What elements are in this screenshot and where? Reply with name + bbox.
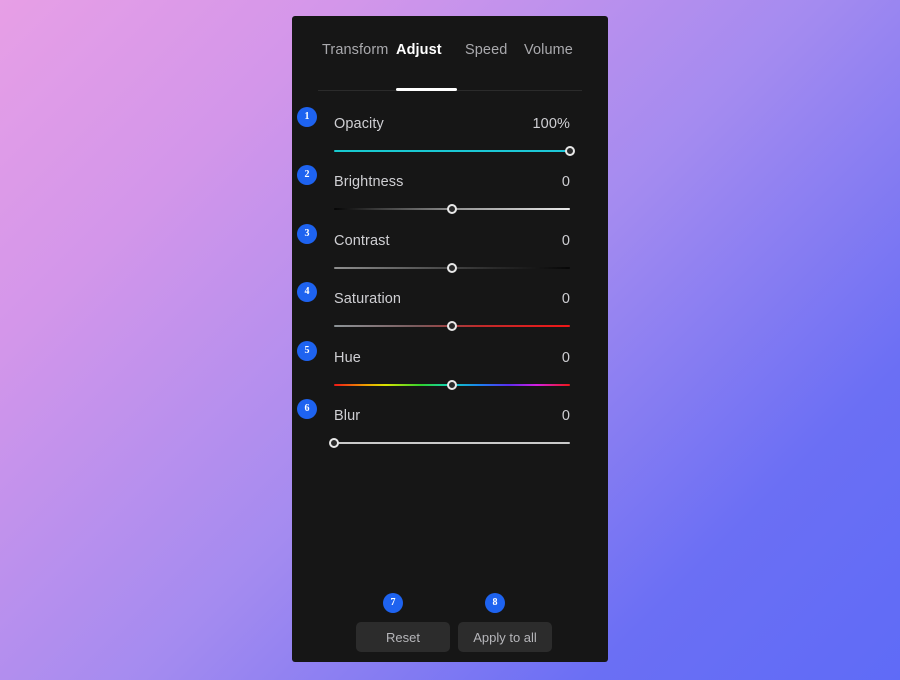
slider-brightness[interactable]: [334, 202, 570, 216]
adjustment-header: Hue 0: [334, 350, 570, 370]
tab-speed[interactable]: Speed: [465, 42, 507, 58]
adjustment-label-brightness: Brightness: [334, 174, 404, 190]
marker-badge-8: 8: [485, 593, 505, 613]
tab-volume[interactable]: Volume: [524, 42, 573, 58]
reset-button[interactable]: Reset: [356, 622, 450, 652]
adjustment-row-brightness: Brightness 0: [334, 174, 570, 220]
adjustment-header: Brightness 0: [334, 174, 570, 194]
slider-track-blur: [334, 442, 570, 444]
adjustment-row-opacity: Opacity 100%: [334, 116, 575, 162]
adjustment-row-hue: Hue 0: [334, 350, 570, 396]
slider-thumb-contrast[interactable]: [447, 263, 457, 273]
adjustment-value-contrast: 0: [561, 233, 570, 249]
slider-thumb-hue[interactable]: [447, 380, 457, 390]
adjustment-value-saturation: 0: [561, 291, 570, 307]
tab-bar: Transform Adjust Speed Volume: [292, 16, 608, 91]
marker-badge-6: 6: [297, 399, 317, 419]
slider-track-opacity: [334, 150, 570, 152]
adjustment-row-saturation: Saturation 0: [334, 291, 570, 337]
slider-contrast[interactable]: [334, 261, 570, 275]
adjustment-value-brightness: 0: [561, 174, 570, 190]
adjustment-label-hue: Hue: [334, 350, 361, 366]
slider-thumb-blur[interactable]: [329, 438, 339, 448]
adjustment-header: Opacity 100%: [334, 116, 570, 136]
slider-thumb-saturation[interactable]: [447, 321, 457, 331]
tab-adjust[interactable]: Adjust: [396, 42, 442, 58]
marker-badge-2: 2: [297, 165, 317, 185]
marker-badge-3: 3: [297, 224, 317, 244]
marker-badge-5: 5: [297, 341, 317, 361]
apply-to-all-button[interactable]: Apply to all: [458, 622, 552, 652]
adjustment-header: Saturation 0: [334, 291, 570, 311]
adjustment-label-saturation: Saturation: [334, 291, 402, 307]
adjustment-value-hue: 0: [561, 350, 570, 366]
adjustment-label-opacity: Opacity: [334, 116, 384, 132]
adjustment-value-opacity: 100%: [532, 116, 570, 132]
slider-blur[interactable]: [329, 436, 570, 450]
adjustment-label-contrast: Contrast: [334, 233, 390, 249]
marker-badge-4: 4: [297, 282, 317, 302]
adjustment-value-blur: 0: [561, 408, 570, 424]
active-tab-underline: [396, 88, 457, 91]
marker-badge-1: 1: [297, 107, 317, 127]
slider-hue[interactable]: [334, 378, 570, 392]
adjustment-row-blur: Blur 0: [329, 408, 570, 454]
tab-transform[interactable]: Transform: [322, 42, 388, 58]
slider-opacity[interactable]: [334, 144, 575, 158]
slider-thumb-brightness[interactable]: [447, 204, 457, 214]
adjustment-header: Contrast 0: [334, 233, 570, 253]
slider-thumb-opacity[interactable]: [565, 146, 575, 156]
adjustment-row-contrast: Contrast 0: [334, 233, 570, 279]
adjust-panel: Transform Adjust Speed Volume Opacity 100…: [292, 16, 608, 662]
adjustment-header: Blur 0: [334, 408, 570, 428]
marker-badge-7: 7: [383, 593, 403, 613]
adjustment-label-blur: Blur: [334, 408, 361, 424]
slider-saturation[interactable]: [334, 319, 570, 333]
